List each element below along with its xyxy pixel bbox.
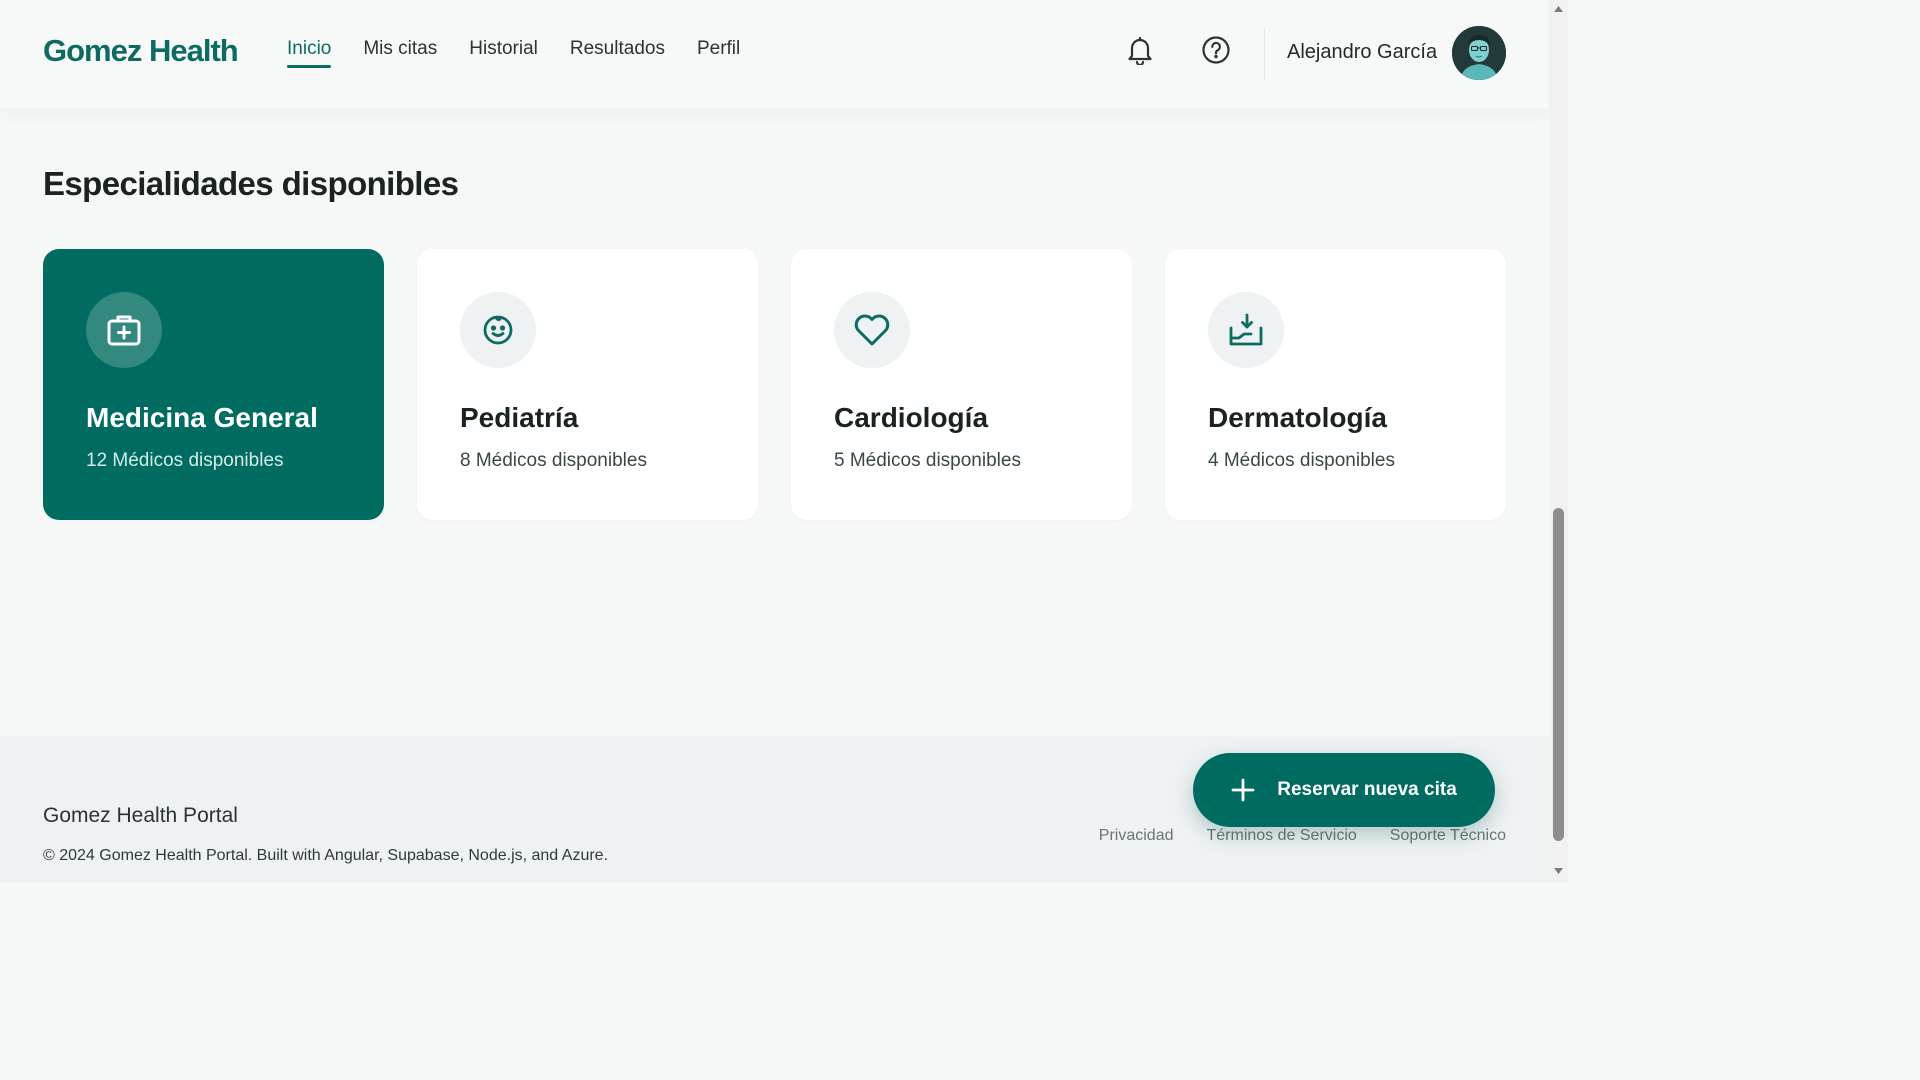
card-doctors-count: 8 Médicos disponibles	[460, 450, 647, 471]
book-appointment-button[interactable]: Reservar nueva cita	[1193, 753, 1495, 827]
book-appointment-label: Reservar nueva cita	[1277, 779, 1457, 800]
specialty-card-medicina-general[interactable]: Medicina General 12 Médicos disponibles	[43, 249, 384, 520]
specialty-card-cardiologia[interactable]: Cardiología 5 Médicos disponibles	[791, 249, 1132, 520]
footer-links: Privacidad Términos de Servicio Soporte …	[1066, 827, 1506, 845]
specialty-card-pediatria[interactable]: Pediatría 8 Médicos disponibles	[417, 249, 758, 520]
nav-item-resultados[interactable]: Resultados	[570, 38, 665, 68]
user-name[interactable]: Alejandro García	[1287, 41, 1437, 64]
hand-care-icon	[1208, 292, 1284, 368]
scrollbar-thumb[interactable]	[1553, 508, 1564, 841]
scroll-down-icon[interactable]	[1553, 866, 1564, 876]
heart-icon	[834, 292, 910, 368]
top-header: Gomez Health Inicio Mis citas Historial …	[0, 0, 1549, 108]
card-doctors-count: 12 Médicos disponibles	[86, 450, 284, 471]
avatar[interactable]	[1452, 26, 1506, 80]
baby-face-icon	[460, 292, 536, 368]
medical-kit-icon	[86, 292, 162, 368]
specialty-card-dermatologia[interactable]: Dermatología 4 Médicos disponibles	[1165, 249, 1506, 520]
header-divider	[1264, 28, 1265, 80]
nav-item-inicio[interactable]: Inicio	[287, 38, 332, 68]
card-doctors-count: 4 Médicos disponibles	[1208, 450, 1395, 471]
card-title: Cardiología	[834, 402, 989, 433]
brand-logo[interactable]: Gomez Health	[43, 33, 239, 69]
footer-link-privacidad[interactable]: Privacidad	[1099, 827, 1174, 845]
nav-item-perfil[interactable]: Perfil	[697, 38, 740, 68]
footer-copyright: © 2024 Gomez Health Portal. Built with A…	[43, 847, 609, 864]
main-nav: Inicio Mis citas Historial Resultados Pe…	[287, 38, 772, 68]
card-doctors-count: 5 Médicos disponibles	[834, 450, 1021, 471]
bell-icon[interactable]	[1123, 33, 1157, 67]
card-title: Pediatría	[460, 402, 579, 433]
footer-link-soporte[interactable]: Soporte Técnico	[1390, 827, 1506, 845]
scroll-up-icon[interactable]	[1553, 4, 1564, 14]
nav-item-mis-citas[interactable]: Mis citas	[363, 38, 437, 68]
card-title: Medicina General	[86, 402, 318, 433]
plus-icon	[1231, 778, 1255, 802]
help-icon[interactable]	[1199, 33, 1233, 67]
section-title: Especialidades disponibles	[43, 165, 459, 202]
nav-item-historial[interactable]: Historial	[469, 38, 538, 68]
footer-link-terminos[interactable]: Términos de Servicio	[1207, 827, 1357, 845]
page: Gomez Health Inicio Mis citas Historial …	[0, 0, 1568, 882]
card-title: Dermatología	[1208, 402, 1387, 433]
page-scrollbar[interactable]	[1549, 0, 1568, 882]
footer-title: Gomez Health Portal	[43, 804, 238, 827]
